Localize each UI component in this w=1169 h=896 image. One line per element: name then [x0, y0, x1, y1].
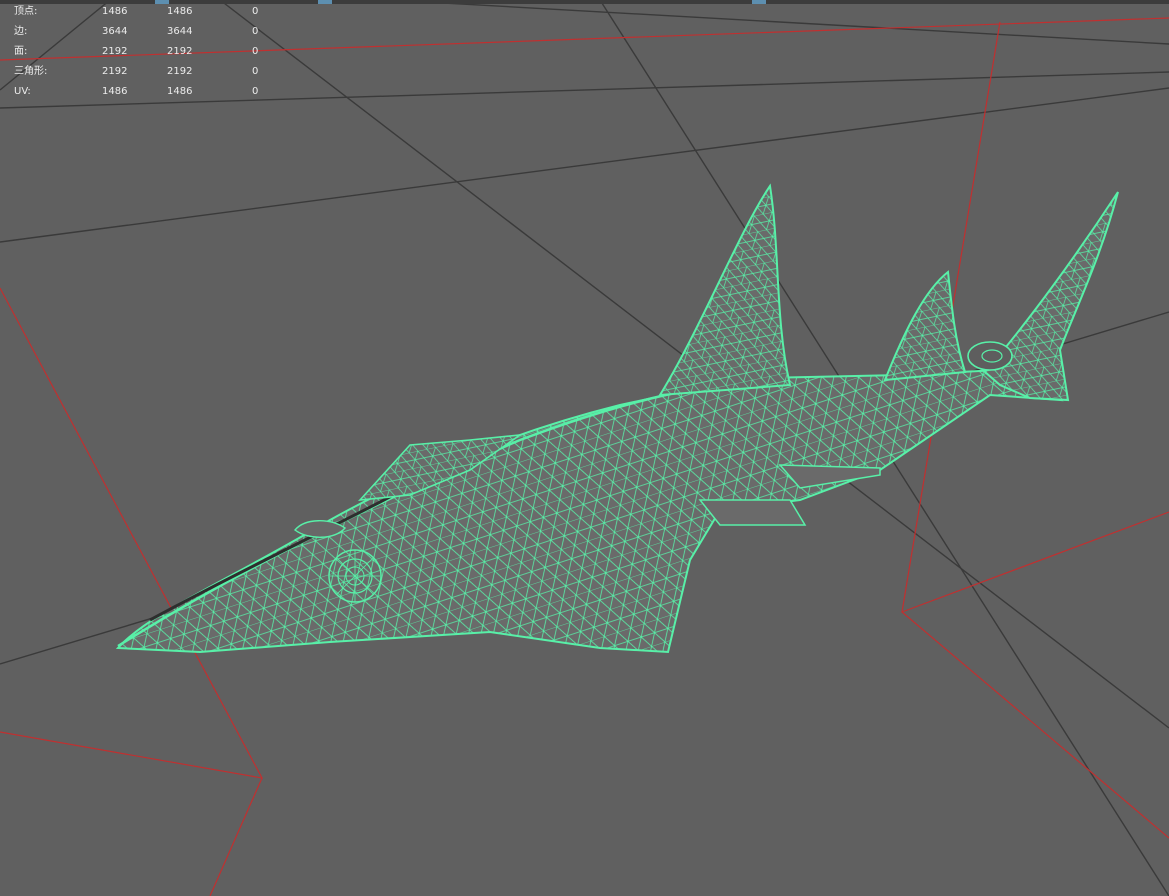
hud-value: 2192	[167, 46, 193, 57]
hud-row-faces: 面: 2192 2192 0	[14, 42, 274, 62]
hud-row-edges: 边: 3644 3644 0	[14, 22, 274, 42]
hud-row-vertices: 顶点: 1486 1486 0	[14, 2, 274, 22]
hud-value: 2192	[102, 46, 128, 57]
poly-count-hud: 顶点: 1486 1486 0 边: 3644 3644 0 面: 2192 2…	[14, 2, 274, 102]
hud-value: 0	[252, 6, 259, 17]
hud-value: 2192	[102, 66, 128, 77]
hud-label: 边:	[14, 26, 28, 37]
hud-value: 1486	[167, 86, 193, 97]
hud-value: 0	[252, 46, 259, 57]
hud-label: 三角形:	[14, 66, 48, 77]
hud-value: 0	[252, 86, 259, 97]
hud-value: 1486	[102, 6, 128, 17]
hud-value: 0	[252, 26, 259, 37]
viewport-canvas[interactable]	[0, 0, 1169, 896]
hud-value: 2192	[167, 66, 193, 77]
hud-row-uvs: UV: 1486 1486 0	[14, 82, 274, 102]
toolbar-button[interactable]	[752, 0, 766, 4]
hud-label: UV:	[14, 86, 31, 97]
hud-label: 面:	[14, 46, 28, 57]
hud-value: 0	[252, 66, 259, 77]
hud-value: 3644	[167, 26, 193, 37]
hud-row-triangles: 三角形: 2192 2192 0	[14, 62, 274, 82]
hud-label: 顶点:	[14, 6, 38, 17]
sawfish-wireframe-mesh	[115, 183, 1119, 654]
eye-mesh	[328, 549, 382, 603]
hud-value: 1486	[167, 6, 193, 17]
3d-viewport[interactable]: 顶点: 1486 1486 0 边: 3644 3644 0 面: 2192 2…	[0, 0, 1169, 896]
toolbar-button[interactable]	[318, 0, 332, 4]
hud-value: 3644	[102, 26, 128, 37]
hud-value: 1486	[102, 86, 128, 97]
